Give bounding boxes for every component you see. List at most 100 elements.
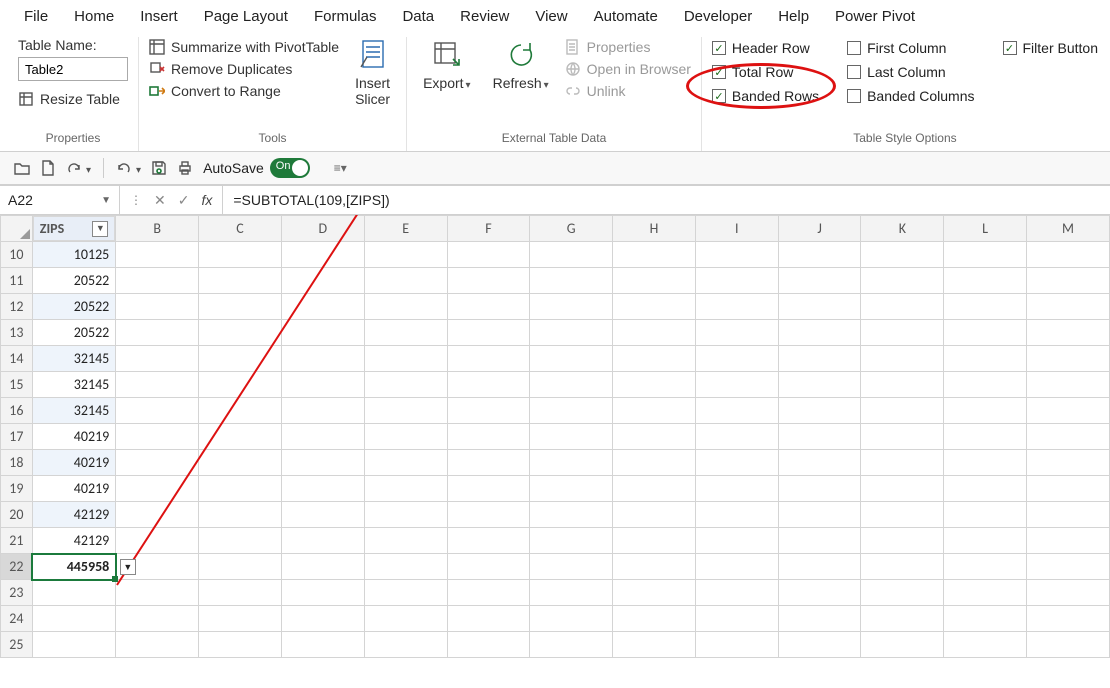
empty-cell[interactable] (116, 242, 199, 268)
menu-page-layout[interactable]: Page Layout (204, 8, 288, 25)
empty-cell[interactable] (447, 528, 530, 554)
empty-cell[interactable] (778, 346, 861, 372)
empty-cell[interactable] (1027, 554, 1110, 580)
menu-developer[interactable]: Developer (684, 8, 752, 25)
cancel-formula-icon[interactable]: ✕ (154, 192, 166, 209)
empty-cell[interactable] (116, 372, 199, 398)
total-row-checkbox[interactable]: Total Row (712, 61, 819, 83)
empty-cell[interactable] (695, 242, 778, 268)
empty-cell[interactable] (281, 476, 364, 502)
empty-cell[interactable] (199, 476, 282, 502)
empty-cell[interactable] (861, 632, 944, 658)
empty-cell[interactable] (778, 606, 861, 632)
empty-cell[interactable] (116, 320, 199, 346)
table-cell[interactable]: 10125 (32, 242, 116, 268)
row-header[interactable]: 20 (1, 502, 33, 528)
table-cell[interactable]: 40219 (32, 424, 116, 450)
empty-cell[interactable] (613, 398, 696, 424)
empty-cell[interactable] (944, 320, 1027, 346)
empty-cell[interactable] (199, 528, 282, 554)
empty-cell[interactable] (944, 632, 1027, 658)
empty-cell[interactable] (530, 476, 613, 502)
empty-cell[interactable] (778, 554, 861, 580)
open-icon[interactable] (14, 160, 30, 176)
empty-cell[interactable] (116, 450, 199, 476)
empty-cell[interactable] (281, 528, 364, 554)
empty-cell[interactable] (116, 294, 199, 320)
refresh-button[interactable]: Refresh (487, 37, 555, 94)
row-header[interactable]: 24 (1, 606, 33, 632)
empty-cell[interactable] (613, 242, 696, 268)
fx-icon[interactable]: fx (201, 192, 212, 208)
empty-cell[interactable] (613, 294, 696, 320)
empty-cell[interactable] (778, 476, 861, 502)
empty-cell[interactable] (1027, 528, 1110, 554)
menu-power-pivot[interactable]: Power Pivot (835, 8, 915, 25)
empty-cell[interactable] (199, 294, 282, 320)
empty-cell[interactable] (861, 424, 944, 450)
empty-cell[interactable] (447, 424, 530, 450)
empty-cell[interactable] (447, 372, 530, 398)
empty-cell[interactable] (778, 320, 861, 346)
empty-cell[interactable] (199, 606, 282, 632)
empty-cell[interactable] (32, 632, 116, 658)
empty-cell[interactable] (281, 606, 364, 632)
empty-cell[interactable] (861, 346, 944, 372)
table-cell[interactable]: 32145 (32, 346, 116, 372)
empty-cell[interactable] (778, 294, 861, 320)
empty-cell[interactable] (281, 502, 364, 528)
export-button[interactable]: Export (417, 37, 477, 94)
table-cell[interactable]: 40219 (32, 450, 116, 476)
empty-cell[interactable] (944, 398, 1027, 424)
row-header[interactable]: 17 (1, 424, 33, 450)
column-header-K[interactable]: K (861, 216, 944, 242)
empty-cell[interactable] (364, 346, 447, 372)
empty-cell[interactable] (613, 632, 696, 658)
empty-cell[interactable] (1027, 424, 1110, 450)
empty-cell[interactable] (861, 398, 944, 424)
empty-cell[interactable] (778, 450, 861, 476)
empty-cell[interactable] (530, 346, 613, 372)
empty-cell[interactable] (944, 294, 1027, 320)
empty-cell[interactable] (778, 528, 861, 554)
empty-cell[interactable] (447, 450, 530, 476)
row-header[interactable]: 23 (1, 580, 33, 606)
empty-cell[interactable] (364, 528, 447, 554)
empty-cell[interactable] (116, 606, 199, 632)
empty-cell[interactable] (613, 372, 696, 398)
empty-cell[interactable] (695, 320, 778, 346)
menu-formulas[interactable]: Formulas (314, 8, 377, 25)
empty-cell[interactable] (944, 528, 1027, 554)
empty-cell[interactable] (32, 606, 116, 632)
empty-cell[interactable] (530, 528, 613, 554)
table-cell[interactable]: 42129 (32, 502, 116, 528)
empty-cell[interactable] (32, 580, 116, 606)
column-header-G[interactable]: G (530, 216, 613, 242)
empty-cell[interactable] (116, 398, 199, 424)
first-column-checkbox[interactable]: First Column (847, 37, 974, 59)
empty-cell[interactable] (447, 502, 530, 528)
table-cell[interactable]: 20522 (32, 294, 116, 320)
empty-cell[interactable] (1027, 606, 1110, 632)
filter-button-checkbox[interactable]: Filter Button (1003, 37, 1098, 59)
convert-to-range-button[interactable]: Convert to Range (149, 81, 339, 101)
empty-cell[interactable] (199, 398, 282, 424)
row-header[interactable]: 14 (1, 346, 33, 372)
empty-cell[interactable] (199, 346, 282, 372)
empty-cell[interactable] (364, 398, 447, 424)
empty-cell[interactable] (281, 450, 364, 476)
row-header[interactable]: 11 (1, 268, 33, 294)
empty-cell[interactable] (530, 502, 613, 528)
empty-cell[interactable] (1027, 632, 1110, 658)
empty-cell[interactable] (447, 580, 530, 606)
empty-cell[interactable] (695, 372, 778, 398)
empty-cell[interactable] (613, 528, 696, 554)
empty-cell[interactable] (530, 554, 613, 580)
row-header[interactable]: 13 (1, 320, 33, 346)
header-row-checkbox[interactable]: Header Row (712, 37, 819, 59)
new-file-icon[interactable] (40, 160, 56, 176)
remove-duplicates-button[interactable]: Remove Duplicates (149, 59, 339, 79)
menu-review[interactable]: Review (460, 8, 509, 25)
empty-cell[interactable] (613, 606, 696, 632)
empty-cell[interactable] (695, 424, 778, 450)
